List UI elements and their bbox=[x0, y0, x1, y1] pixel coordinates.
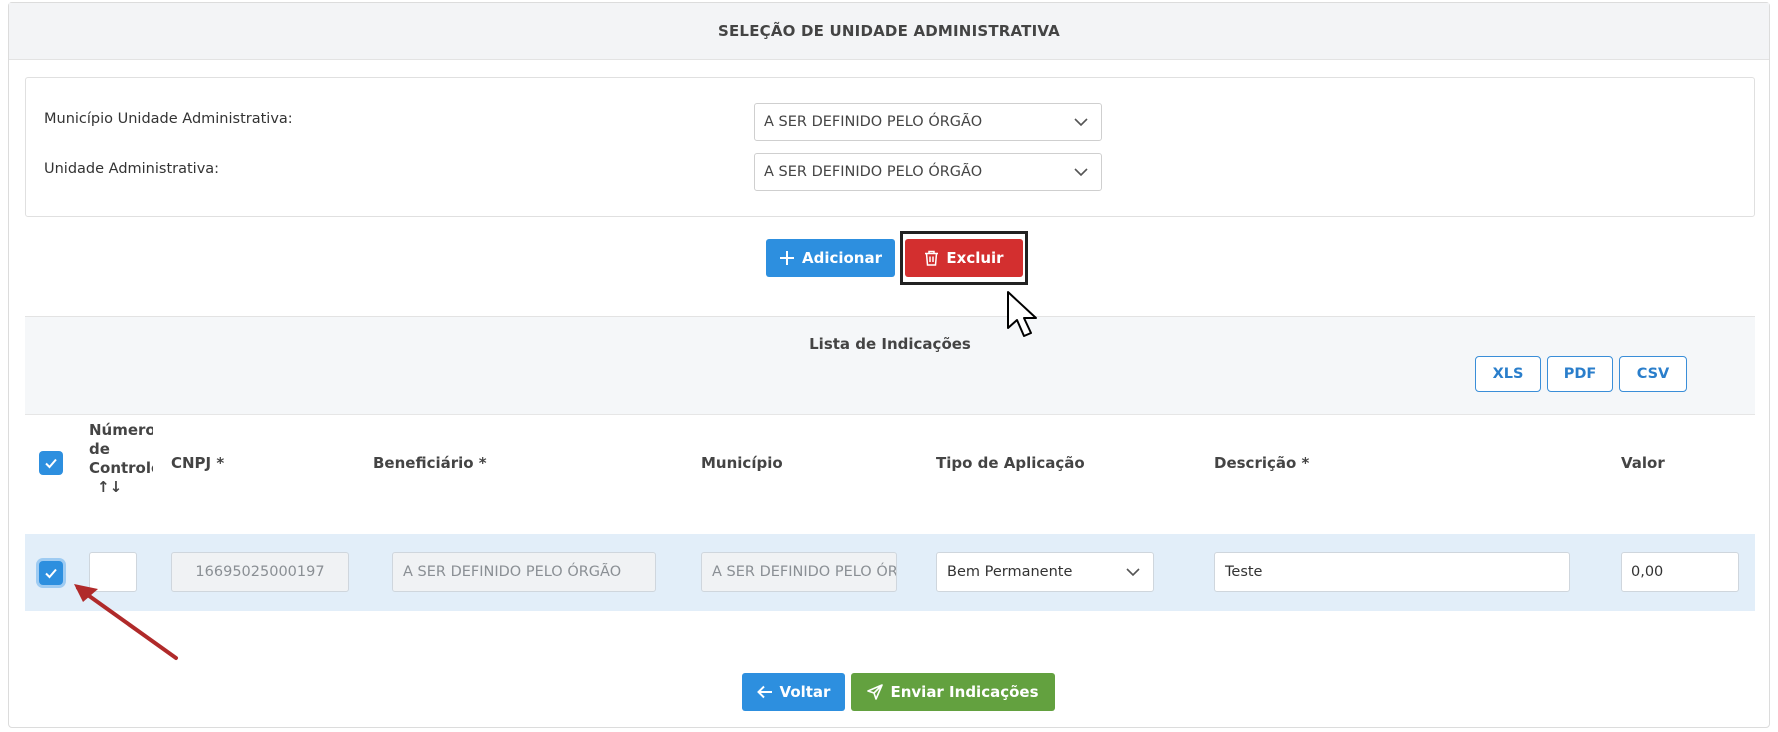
annotation-arrow bbox=[74, 584, 178, 660]
cnpj-input: 16695025000197 bbox=[171, 552, 349, 592]
numero-header-line: Número bbox=[89, 421, 153, 439]
mouse-cursor-icon bbox=[1007, 291, 1037, 337]
page-title: SELEÇÃO DE UNIDADE ADMINISTRATIVA bbox=[717, 22, 1060, 40]
unidade-select[interactable]: A SER DEFINIDO PELO ÓRGÃO bbox=[754, 153, 1102, 191]
chevron-down-icon bbox=[1074, 118, 1088, 127]
chevron-down-icon bbox=[1126, 568, 1140, 577]
back-button[interactable]: Voltar bbox=[742, 673, 845, 711]
numero-controle-header[interactable]: Número de Controle ↑↓ bbox=[89, 421, 153, 497]
plus-icon bbox=[779, 251, 794, 265]
descricao-input[interactable]: Teste bbox=[1214, 552, 1570, 592]
back-button-label: Voltar bbox=[779, 683, 831, 701]
municipio-label: Município Unidade Administrativa: bbox=[44, 111, 293, 127]
descricao-header: Descrição * bbox=[1214, 454, 1310, 472]
tipo-aplicacao-value: Bem Permanente bbox=[947, 564, 1073, 580]
list-title: Lista de Indicações bbox=[809, 335, 971, 353]
cnpj-header: CNPJ * bbox=[171, 454, 225, 472]
beneficiario-input: A SER DEFINIDO PELO ÓRGÃO bbox=[392, 552, 656, 592]
chevron-down-icon bbox=[1074, 168, 1088, 177]
table-row: 16695025000197 A SER DEFINIDO PELO ÓRGÃO… bbox=[25, 534, 1755, 611]
check-icon bbox=[45, 458, 57, 469]
delete-button-label: Excluir bbox=[946, 249, 1004, 267]
municipio-select[interactable]: A SER DEFINIDO PELO ÓRGÃO bbox=[754, 103, 1102, 141]
valor-header: Valor bbox=[1621, 454, 1665, 472]
municipio-select-value: A SER DEFINIDO PELO ÓRGÃO bbox=[764, 114, 983, 130]
check-icon bbox=[45, 568, 57, 579]
trash-icon bbox=[925, 250, 939, 266]
export-xls-button[interactable]: XLS bbox=[1475, 356, 1541, 392]
delete-button[interactable]: Excluir bbox=[905, 239, 1023, 277]
send-button-label: Enviar Indicações bbox=[890, 683, 1039, 701]
send-indications-button[interactable]: Enviar Indicações bbox=[851, 673, 1055, 711]
indications-list: Lista de Indicações XLS PDF CSV Número d… bbox=[25, 316, 1755, 615]
export-csv-button[interactable]: CSV bbox=[1619, 356, 1687, 392]
sort-icon: ↑↓ bbox=[97, 478, 123, 496]
paper-plane-icon bbox=[867, 684, 884, 700]
unidade-select-value: A SER DEFINIDO PELO ÓRGÃO bbox=[764, 164, 983, 180]
add-button-label: Adicionar bbox=[801, 249, 883, 267]
selection-form: Município Unidade Administrativa: A SER … bbox=[25, 77, 1755, 217]
panel-header: SELEÇÃO DE UNIDADE ADMINISTRATIVA bbox=[9, 3, 1769, 60]
select-all-checkbox[interactable] bbox=[39, 451, 63, 475]
municipio-input: A SER DEFINIDO PELO ÓRGÃO bbox=[701, 552, 897, 592]
municipio-header: Município bbox=[701, 454, 783, 472]
arrow-left-icon bbox=[756, 685, 772, 699]
export-pdf-button[interactable]: PDF bbox=[1547, 356, 1613, 392]
selection-panel: SELEÇÃO DE UNIDADE ADMINISTRATIVA Municí… bbox=[8, 2, 1770, 728]
add-button[interactable]: Adicionar bbox=[766, 239, 895, 277]
tipo-aplicacao-select[interactable]: Bem Permanente bbox=[936, 552, 1154, 592]
unidade-label: Unidade Administrativa: bbox=[44, 161, 220, 177]
numero-header-line: de bbox=[89, 440, 110, 458]
tipo-aplicacao-header: Tipo de Aplicação bbox=[936, 454, 1085, 472]
numero-header-line: Controle bbox=[89, 459, 153, 477]
row-select-checkbox[interactable] bbox=[39, 561, 63, 585]
beneficiario-header: Beneficiário * bbox=[373, 454, 487, 472]
valor-input[interactable]: 0,00 bbox=[1621, 552, 1739, 592]
